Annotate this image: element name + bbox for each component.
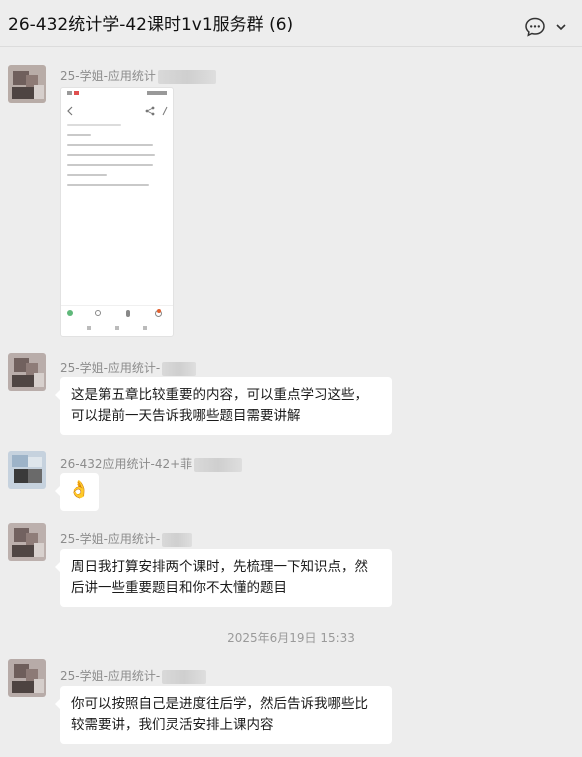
avatar[interactable] bbox=[8, 523, 46, 561]
avatar[interactable] bbox=[8, 451, 46, 489]
message-line: 可以提前一天告诉我哪些题目需要讲解 bbox=[71, 408, 301, 424]
avatar[interactable] bbox=[8, 659, 46, 697]
message-line: 较需要讲，我们灵活安排上课内容 bbox=[71, 717, 274, 733]
timestamp: 2025年6月19日 15:33 bbox=[227, 631, 355, 645]
image-message[interactable] bbox=[60, 87, 174, 337]
avatar[interactable] bbox=[8, 353, 46, 391]
chat-message-list[interactable]: 25-学姐-应用统计 25-学姐-应用统计- 这是第五章比较重要的内容，可以重点… bbox=[0, 47, 582, 757]
chevron-down-icon[interactable] bbox=[554, 20, 568, 34]
group-title: 26-432统计学-42课时1v1服务群 (6) bbox=[8, 15, 294, 35]
sender-name: 25-学姐-应用统计 bbox=[60, 67, 216, 84]
text-message[interactable]: 你可以按照自己是进度往后学，然后告诉我哪些比 较需要讲，我们灵活安排上课内容 bbox=[55, 686, 392, 744]
emoji-message[interactable]: 👌 bbox=[55, 473, 99, 511]
share-icon bbox=[145, 106, 155, 116]
message-line: 后讲一些重要题目和你不太懂的题目 bbox=[71, 580, 287, 596]
sender-name: 25-学姐-应用统计- bbox=[60, 530, 193, 547]
message-line: 这是第五章比较重要的内容，可以重点学习这些， bbox=[71, 387, 368, 403]
avatar[interactable] bbox=[8, 65, 46, 103]
ok-hand-emoji: 👌 bbox=[68, 480, 91, 500]
chat-header: 26-432统计学-42课时1v1服务群 (6) bbox=[0, 0, 582, 47]
edit-icon bbox=[162, 106, 168, 116]
text-message[interactable]: 这是第五章比较重要的内容，可以重点学习这些， 可以提前一天告诉我哪些题目需要讲解 bbox=[55, 377, 392, 435]
message-line: 你可以按照自己是进度往后学，然后告诉我哪些比 bbox=[71, 696, 368, 712]
chat-bubble-ellipsis-icon[interactable] bbox=[524, 16, 546, 38]
sender-name: 25-学姐-应用统计- bbox=[60, 359, 197, 376]
sender-name: 25-学姐-应用统计- bbox=[60, 667, 207, 684]
phone-status-bar bbox=[67, 91, 167, 97]
sender-name: 26-432应用统计-42+菲 bbox=[60, 455, 243, 472]
text-message[interactable]: 周日我打算安排两个课时，先梳理一下知识点，然 后讲一些重要题目和你不太懂的题目 bbox=[55, 549, 392, 607]
phone-toolbar bbox=[61, 305, 173, 336]
back-arrow-icon bbox=[67, 106, 73, 116]
more-options-button[interactable] bbox=[524, 16, 568, 38]
message-line: 周日我打算安排两个课时，先梳理一下知识点，然 bbox=[71, 559, 368, 575]
